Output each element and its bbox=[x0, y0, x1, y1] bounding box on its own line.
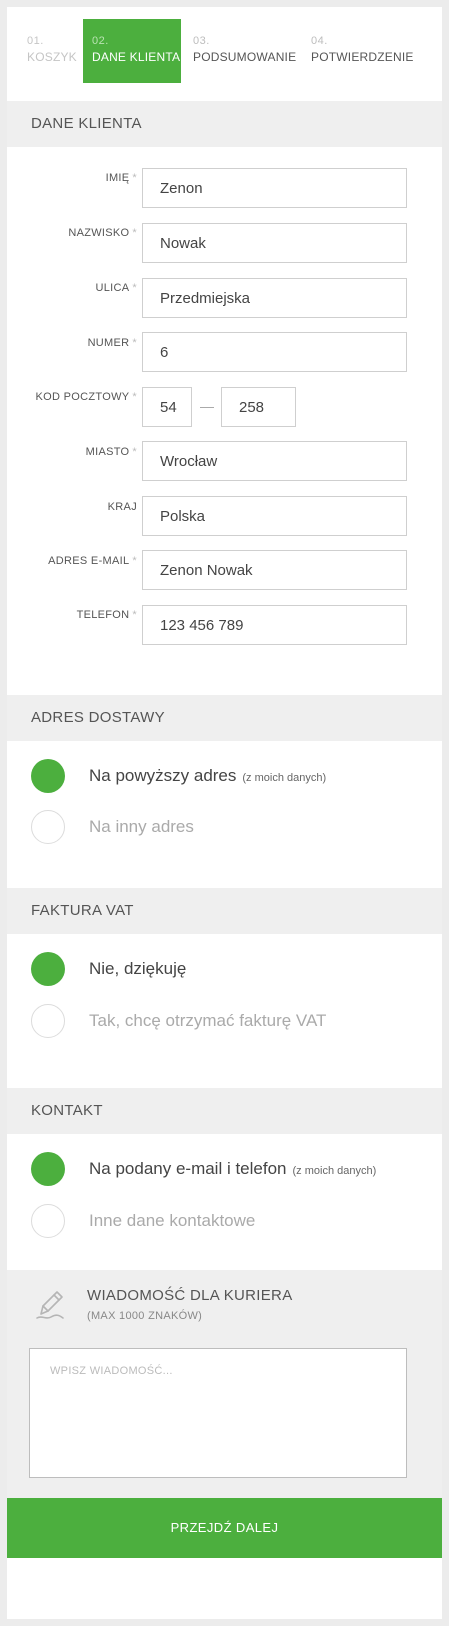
option-label: Na inny adres bbox=[89, 817, 194, 836]
phone-input[interactable] bbox=[142, 605, 407, 645]
option-label: Na powyższy adres bbox=[89, 766, 237, 785]
city-label: MIASTO * bbox=[85, 446, 137, 458]
radio-unselected-icon[interactable] bbox=[31, 1004, 65, 1038]
country-label: KRAJ bbox=[107, 501, 137, 513]
courier-message-textarea[interactable] bbox=[29, 1348, 407, 1478]
delivery-section-heading: ADRES DOSTAWY bbox=[7, 695, 442, 741]
radio-unselected-icon[interactable] bbox=[31, 810, 65, 844]
checkout-card: 01. KOSZYK 02. DANE KLIENTA 03. PODSUMOW… bbox=[7, 7, 442, 1619]
invoice-option-no[interactable]: Nie, dziękuję bbox=[31, 952, 421, 988]
step-label: PODSUMOWANIE bbox=[193, 50, 297, 64]
step-label: POTWIERDZENIE bbox=[311, 50, 414, 64]
street-label: ULICA * bbox=[95, 282, 137, 294]
phone-label: TELEFON * bbox=[76, 609, 137, 621]
option-label: Na podany e-mail i telefon bbox=[89, 1159, 287, 1178]
city-input[interactable] bbox=[142, 441, 407, 481]
first-name-input[interactable] bbox=[142, 168, 407, 208]
contact-option-other[interactable]: Inne dane kontaktowe bbox=[31, 1204, 421, 1240]
courier-message-section: WIADOMOŚĆ DLA KURIERA (MAX 1000 ZNAKÓW) bbox=[7, 1270, 442, 1498]
next-button[interactable]: PRZEJDŹ DALEJ bbox=[7, 1498, 442, 1558]
last-name-input[interactable] bbox=[142, 223, 407, 263]
step-number: 03. bbox=[193, 35, 210, 47]
option-label: Tak, chcę otrzymać fakturę VAT bbox=[89, 1011, 327, 1030]
customer-section-heading: DANE KLIENTA bbox=[7, 101, 442, 147]
step-number: 02. bbox=[92, 35, 109, 47]
contact-option-same[interactable]: Na podany e-mail i telefon (z moich danyc… bbox=[31, 1152, 421, 1188]
option-note: (z moich danych) bbox=[242, 772, 327, 784]
email-input[interactable] bbox=[142, 550, 407, 590]
option-label: Inne dane kontaktowe bbox=[89, 1211, 256, 1230]
delivery-option-same-address[interactable]: Na powyższy adres (z moich danych) bbox=[31, 759, 421, 795]
postal-code-dash bbox=[200, 407, 214, 408]
number-label: NUMER * bbox=[87, 337, 137, 349]
last-name-label: NAZWISKO * bbox=[68, 227, 137, 239]
pen-icon bbox=[36, 1291, 64, 1319]
delivery-option-other-address[interactable]: Na inny adres bbox=[31, 810, 421, 846]
postal-code-label: KOD POCZTOWY * bbox=[35, 391, 137, 403]
step-label: DANE KLIENTA bbox=[92, 50, 181, 64]
invoice-option-yes[interactable]: Tak, chcę otrzymać fakturę VAT bbox=[31, 1004, 421, 1040]
option-note: (z moich danych) bbox=[292, 1165, 377, 1177]
step-number: 04. bbox=[311, 35, 328, 47]
step-customer-data[interactable]: 02. DANE KLIENTA bbox=[83, 19, 181, 83]
option-label: Nie, dziękuję bbox=[89, 959, 187, 978]
radio-unselected-icon[interactable] bbox=[31, 1204, 65, 1238]
step-summary[interactable]: 03. PODSUMOWANIE bbox=[181, 19, 301, 83]
radio-selected-icon[interactable] bbox=[31, 952, 65, 986]
invoice-section-heading: FAKTURA VAT bbox=[7, 888, 442, 934]
country-input[interactable] bbox=[142, 496, 407, 536]
postal-code-part2-input[interactable] bbox=[221, 387, 296, 427]
step-label: KOSZYK bbox=[27, 50, 77, 64]
step-confirmation[interactable]: 04. POTWIERDZENIE bbox=[299, 19, 429, 83]
contact-section-heading: KONTAKT bbox=[7, 1088, 442, 1134]
radio-selected-icon[interactable] bbox=[31, 1152, 65, 1186]
street-input[interactable] bbox=[142, 278, 407, 318]
step-number: 01. bbox=[27, 35, 44, 47]
courier-message-title: WIADOMOŚĆ DLA KURIERA bbox=[87, 1287, 293, 1304]
postal-code-part1-input[interactable] bbox=[142, 387, 192, 427]
checkout-steps: 01. KOSZYK 02. DANE KLIENTA 03. PODSUMOW… bbox=[7, 7, 442, 95]
first-name-label: IMIĘ * bbox=[105, 172, 137, 184]
email-label: ADRES E-MAIL * bbox=[48, 555, 137, 567]
number-input[interactable] bbox=[142, 332, 407, 372]
radio-selected-icon[interactable] bbox=[31, 759, 65, 793]
courier-message-subtitle: (MAX 1000 ZNAKÓW) bbox=[87, 1310, 203, 1322]
step-cart[interactable]: 01. KOSZYK bbox=[13, 19, 85, 83]
